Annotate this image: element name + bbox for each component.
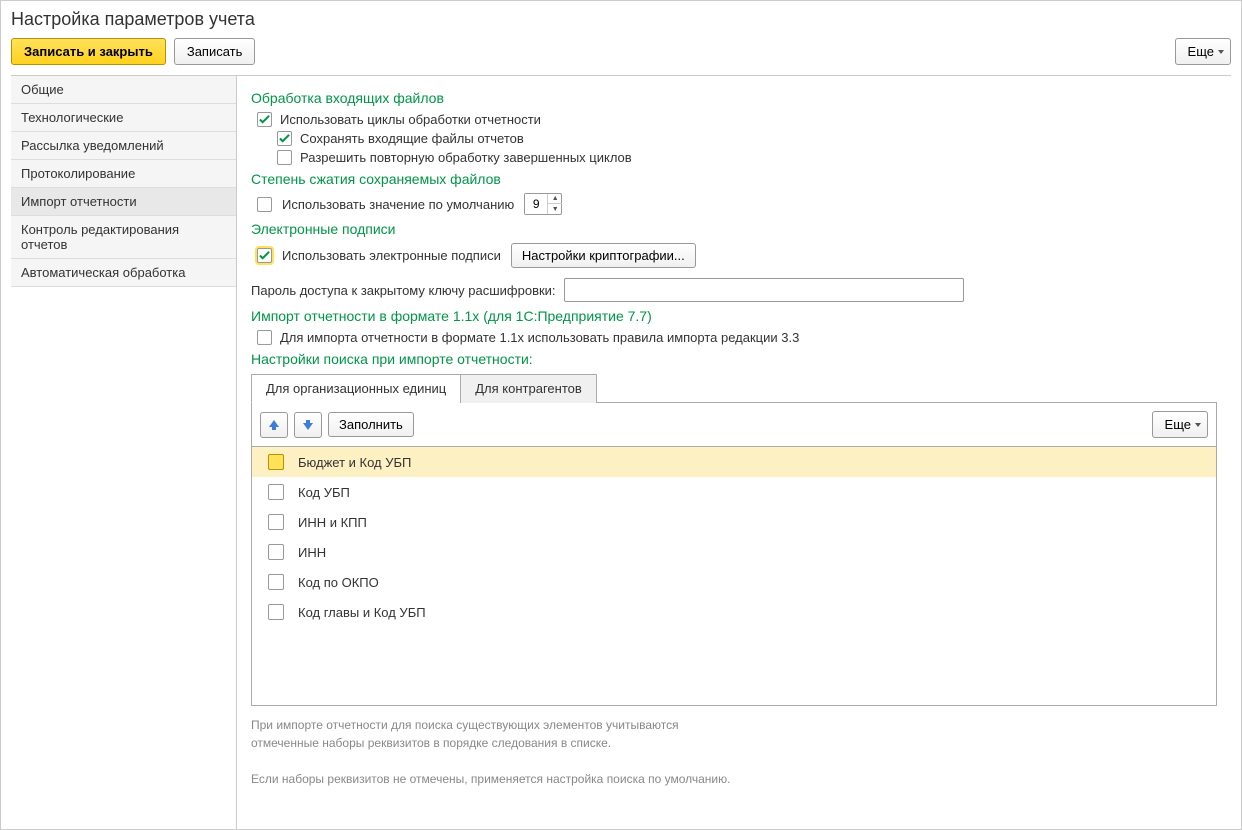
use-cycles-checkbox[interactable] bbox=[257, 112, 272, 127]
list-item-label: ИНН и КПП bbox=[298, 515, 367, 530]
use-default-compression-checkbox[interactable] bbox=[257, 197, 272, 212]
use-signatures-label: Использовать электронные подписи bbox=[282, 248, 501, 263]
move-down-button[interactable] bbox=[294, 412, 322, 438]
list-item-checkbox[interactable] bbox=[268, 574, 284, 590]
sidebar-item-auto-processing[interactable]: Автоматическая обработка bbox=[11, 259, 236, 287]
body: Общие Технологические Рассылка уведомлен… bbox=[11, 75, 1231, 829]
sidebar: Общие Технологические Рассылка уведомлен… bbox=[11, 76, 237, 829]
chevron-down-icon bbox=[1218, 50, 1224, 54]
footnote: При импорте отчетности для поиска сущест… bbox=[251, 716, 1217, 788]
password-input[interactable] bbox=[564, 278, 964, 302]
chevron-down-icon bbox=[1195, 423, 1201, 427]
list-item-checkbox[interactable] bbox=[268, 544, 284, 560]
list-item-checkbox[interactable] bbox=[268, 454, 284, 470]
list-item[interactable]: ИНН и КПП bbox=[252, 507, 1216, 537]
main-toolbar: Записать и закрыть Записать Еще bbox=[11, 38, 1231, 65]
arrow-up-icon bbox=[267, 418, 281, 432]
use-default-compression-label: Использовать значение по умолчанию bbox=[282, 197, 514, 212]
list-more-label: Еще bbox=[1165, 417, 1191, 432]
list-item-checkbox[interactable] bbox=[268, 484, 284, 500]
list-more-button[interactable]: Еще bbox=[1152, 411, 1208, 438]
list-toolbar: Заполнить Еще bbox=[251, 403, 1217, 446]
sidebar-item-logging[interactable]: Протоколирование bbox=[11, 160, 236, 188]
settings-window: Настройка параметров учета Записать и за… bbox=[0, 0, 1242, 830]
sidebar-item-technological[interactable]: Технологические bbox=[11, 104, 236, 132]
arrow-down-icon bbox=[301, 418, 315, 432]
use-cycles-label: Использовать циклы обработки отчетности bbox=[280, 112, 541, 127]
section-signatures-title: Электронные подписи bbox=[251, 221, 1217, 237]
save-close-button[interactable]: Записать и закрыть bbox=[11, 38, 166, 65]
spinner-up-icon[interactable]: ▲ bbox=[548, 194, 562, 204]
search-criteria-list: Бюджет и Код УБП Код УБП ИНН и КПП ИНН К… bbox=[251, 446, 1217, 706]
page-title: Настройка параметров учета bbox=[11, 9, 1231, 30]
list-item[interactable]: Бюджет и Код УБП bbox=[252, 447, 1216, 477]
list-item[interactable]: Код по ОКПО bbox=[252, 567, 1216, 597]
list-item-label: Код главы и Код УБП bbox=[298, 605, 426, 620]
fill-button[interactable]: Заполнить bbox=[328, 412, 414, 437]
list-item-label: ИНН bbox=[298, 545, 326, 560]
section-search-title: Настройки поиска при импорте отчетности: bbox=[251, 351, 1217, 367]
use-import-rules-checkbox[interactable] bbox=[257, 330, 272, 345]
list-item[interactable]: Код главы и Код УБП bbox=[252, 597, 1216, 627]
use-import-rules-label: Для импорта отчетности в формате 1.1x ис… bbox=[280, 330, 799, 345]
sidebar-item-edit-control[interactable]: Контроль редактирования отчетов bbox=[11, 216, 236, 259]
save-files-checkbox[interactable] bbox=[277, 131, 292, 146]
save-files-label: Сохранять входящие файлы отчетов bbox=[300, 131, 524, 146]
password-label: Пароль доступа к закрытому ключу расшифр… bbox=[251, 283, 556, 298]
sidebar-item-notifications[interactable]: Рассылка уведомлений bbox=[11, 132, 236, 160]
section-incoming-title: Обработка входящих файлов bbox=[251, 90, 1217, 106]
more-button[interactable]: Еще bbox=[1175, 38, 1231, 65]
crypto-settings-button[interactable]: Настройки криптографии... bbox=[511, 243, 696, 268]
list-item-label: Код УБП bbox=[298, 485, 350, 500]
footnote-line: При импорте отчетности для поиска сущест… bbox=[251, 716, 1217, 734]
search-tabs: Для организационных единиц Для контраген… bbox=[251, 373, 1217, 403]
more-label: Еще bbox=[1188, 44, 1214, 59]
tab-org-units[interactable]: Для организационных единиц bbox=[251, 374, 461, 403]
list-item-checkbox[interactable] bbox=[268, 514, 284, 530]
sidebar-item-general[interactable]: Общие bbox=[11, 76, 236, 104]
list-item[interactable]: ИНН bbox=[252, 537, 1216, 567]
section-import-title: Импорт отчетности в формате 1.1x (для 1С… bbox=[251, 308, 1217, 324]
save-button[interactable]: Записать bbox=[174, 38, 256, 65]
spinner-down-icon[interactable]: ▼ bbox=[548, 204, 562, 214]
footnote-line: отмеченные наборы реквизитов в порядке с… bbox=[251, 734, 1217, 752]
list-item[interactable]: Код УБП bbox=[252, 477, 1216, 507]
list-item-checkbox[interactable] bbox=[268, 604, 284, 620]
list-item-label: Бюджет и Код УБП bbox=[298, 455, 411, 470]
footnote-line: Если наборы реквизитов не отмечены, прим… bbox=[251, 770, 1217, 788]
allow-reprocess-checkbox[interactable] bbox=[277, 150, 292, 165]
tab-counterparties[interactable]: Для контрагентов bbox=[460, 374, 597, 403]
list-item-label: Код по ОКПО bbox=[298, 575, 379, 590]
content-panel: Обработка входящих файлов Использовать ц… bbox=[237, 76, 1231, 829]
sidebar-item-import[interactable]: Импорт отчетности bbox=[11, 188, 236, 216]
section-compression-title: Степень сжатия сохраняемых файлов bbox=[251, 171, 1217, 187]
compression-value-field[interactable] bbox=[525, 194, 547, 214]
allow-reprocess-label: Разрешить повторную обработку завершенны… bbox=[300, 150, 632, 165]
use-signatures-checkbox[interactable] bbox=[257, 248, 272, 263]
move-up-button[interactable] bbox=[260, 412, 288, 438]
compression-value-input[interactable]: ▲ ▼ bbox=[524, 193, 562, 215]
